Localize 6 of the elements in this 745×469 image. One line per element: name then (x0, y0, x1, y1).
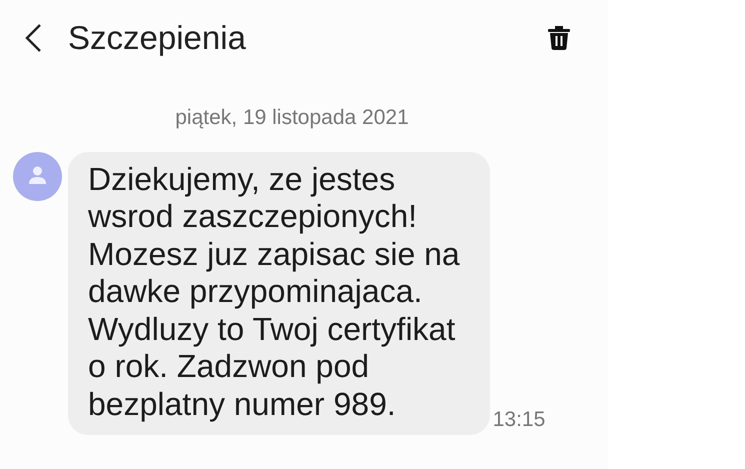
trash-icon[interactable] (548, 26, 570, 50)
back-icon[interactable] (24, 23, 42, 53)
conversation-title: Szczepienia (68, 18, 247, 58)
message-time: 13:15 (492, 406, 546, 432)
message-bubble: Dziekujemy, ze jestes wsrod zaszczepionych! Mozesz juz zapisac sie na dawke przypominajaca. Wydluzy to Twoj certyfikat o rok. Zadzwon pod bezplatny numer 989. (68, 152, 490, 435)
date-separator: piątek, 19 listopada 2021 (175, 106, 409, 129)
